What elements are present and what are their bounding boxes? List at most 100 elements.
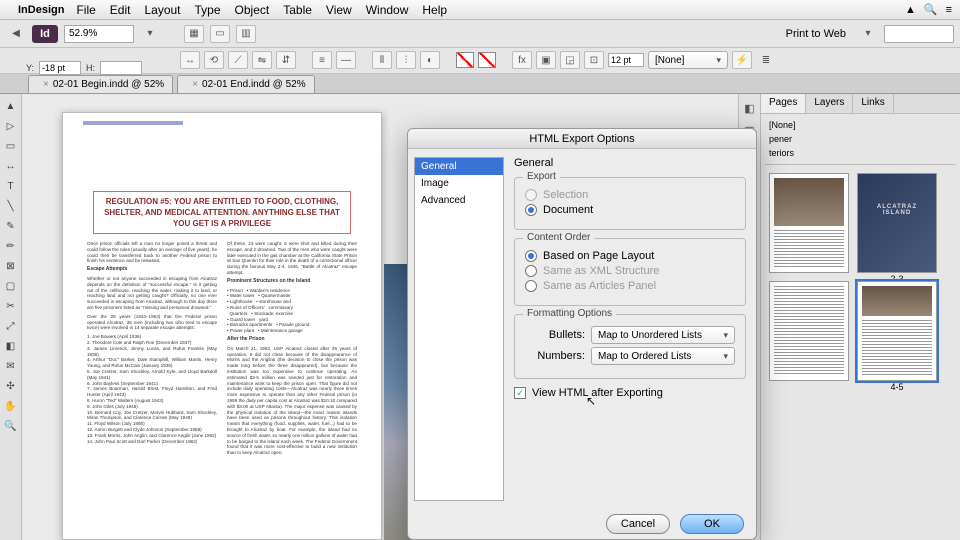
radio-document[interactable]	[525, 204, 537, 216]
app-name[interactable]: InDesign	[18, 4, 64, 16]
gap-tool-icon[interactable]: ↔	[3, 158, 19, 174]
menu-window[interactable]: Window	[366, 3, 409, 17]
flip-v-icon[interactable]: ⇵	[276, 51, 296, 69]
stroke-swatch[interactable]	[478, 52, 496, 68]
close-tab-icon[interactable]: ×	[43, 79, 49, 90]
menu-object[interactable]: Object	[235, 3, 270, 17]
page-thumbnail[interactable]	[769, 281, 849, 381]
tab-pages[interactable]: Pages	[761, 94, 806, 113]
control-menu-icon[interactable]: ≣	[756, 51, 776, 69]
menu-extras-icon[interactable]: ≡	[946, 4, 952, 16]
help-search-input[interactable]	[884, 25, 954, 43]
menu-file[interactable]: File	[76, 3, 95, 17]
stroke-style-icon[interactable]: —	[336, 51, 356, 69]
zoom-dropdown-icon[interactable]: ▾	[140, 25, 160, 43]
selection-tool-icon[interactable]: ▲	[3, 98, 19, 114]
bullets-select[interactable]: Map to Unordered Lists	[591, 326, 735, 344]
arrange-icon[interactable]: ▥	[236, 25, 256, 43]
nav-back-icon[interactable]: ◀	[6, 25, 26, 43]
document-tab[interactable]: × 02-01 End.indd @ 52%	[177, 75, 314, 93]
adobe-icon[interactable]: ▲	[905, 4, 916, 16]
tools-panel: ▲ ▷ ▭ ↔ T ╲ ✎ ✏ ⊠ ▢ ✂ ⤢ ◧ ✉ ✣ ✋ 🔍	[0, 94, 22, 540]
page-thumbnail[interactable]: ALCATRAZ ISLAND 2-3	[857, 173, 937, 273]
radio-document-label: Document	[543, 204, 593, 216]
tab-links[interactable]: Links	[853, 94, 893, 113]
fill-swatch[interactable]	[456, 52, 474, 68]
distribute-icon[interactable]: ⫶	[396, 51, 416, 69]
radio-xml[interactable]	[525, 265, 537, 277]
radio-articles[interactable]	[525, 280, 537, 292]
hand-tool-icon[interactable]: ✋	[3, 398, 19, 414]
radio-page-layout[interactable]	[525, 250, 537, 262]
stroke-weight-icon[interactable]: ≡	[312, 51, 332, 69]
workspace-switcher[interactable]: Print to Web	[786, 28, 846, 40]
close-tab-icon[interactable]: ×	[192, 79, 198, 90]
menu-type[interactable]: Type	[195, 3, 221, 17]
y-field[interactable]: -18 pt	[39, 61, 81, 75]
quick-apply-icon[interactable]: ⚡	[732, 51, 752, 69]
view-options-icon[interactable]: ▦	[184, 25, 204, 43]
reference-point-icon[interactable]: ⊞	[6, 52, 23, 70]
fitting-icon[interactable]: ⊡	[584, 51, 604, 69]
zoom-tool-icon[interactable]: 🔍	[3, 418, 19, 434]
rotate-icon[interactable]: ⟲	[204, 51, 224, 69]
zoom-level-field[interactable]: 52.9%	[64, 25, 134, 43]
page-thumbnail[interactable]	[769, 173, 849, 273]
ok-button[interactable]: OK	[680, 514, 744, 534]
free-transform-tool-icon[interactable]: ⤢	[3, 318, 19, 334]
menu-edit[interactable]: Edit	[110, 3, 131, 17]
tab-layers[interactable]: Layers	[806, 94, 853, 113]
sidebar-item-general[interactable]: General	[415, 158, 503, 175]
rectangle-frame-tool-icon[interactable]: ⊠	[3, 258, 19, 274]
radio-xml-label: Same as XML Structure	[543, 265, 659, 277]
document-tab[interactable]: × 02-01 Begin.indd @ 52%	[28, 75, 173, 93]
cancel-button[interactable]: Cancel	[606, 514, 670, 534]
object-style-select[interactable]: [None]	[648, 51, 728, 69]
page-tool-icon[interactable]: ▭	[3, 138, 19, 154]
corner-icon[interactable]: ◲	[560, 51, 580, 69]
numbers-select[interactable]: Map to Ordered Lists	[591, 347, 735, 365]
headline-frame[interactable]: REGULATION #5: YOU ARE ENTITLED TO FOOD,…	[93, 191, 351, 234]
spotlight-icon[interactable]: 🔍	[924, 3, 938, 16]
rectangle-tool-icon[interactable]: ▢	[3, 278, 19, 294]
master-opener[interactable]: pener	[765, 132, 956, 146]
radio-selection[interactable]	[525, 189, 537, 201]
scissors-tool-icon[interactable]: ✂	[3, 298, 19, 314]
align-icon[interactable]: ⫴	[372, 51, 392, 69]
note-tool-icon[interactable]: ✉	[3, 358, 19, 374]
dialog-sidebar: General Image Advanced	[414, 157, 504, 501]
master-none[interactable]: [None]	[765, 118, 956, 132]
workspace-dropdown-icon[interactable]: ▾	[858, 25, 878, 43]
radio-articles-label: Same as Articles Panel	[543, 280, 656, 292]
line-tool-icon[interactable]: ╲	[3, 198, 19, 214]
headline-prefix: REGULATION #5:	[106, 197, 172, 206]
panel-tab-bar: Pages Layers Links	[761, 94, 960, 114]
sidebar-item-advanced[interactable]: Advanced	[415, 192, 503, 209]
sidebar-item-image[interactable]: Image	[415, 175, 503, 192]
direct-selection-tool-icon[interactable]: ▷	[3, 118, 19, 134]
menu-layout[interactable]: Layout	[144, 3, 180, 17]
type-tool-icon[interactable]: T	[3, 178, 19, 194]
color-panel-icon[interactable]: ◧	[742, 100, 758, 116]
effects-icon[interactable]: fx	[512, 51, 532, 69]
pencil-tool-icon[interactable]: ✏	[3, 238, 19, 254]
h-field[interactable]	[100, 61, 142, 75]
pen-tool-icon[interactable]: ✎	[3, 218, 19, 234]
screen-mode-icon[interactable]: ▭	[210, 25, 230, 43]
menu-help[interactable]: Help	[422, 3, 447, 17]
shear-icon[interactable]: ⟋	[228, 51, 248, 69]
flip-h-icon[interactable]: ⇋	[252, 51, 272, 69]
scale-icon[interactable]: ↔	[180, 51, 200, 69]
body-text-frame[interactable]: Once prison officials left a man no long…	[87, 241, 357, 527]
eyedropper-tool-icon[interactable]: ✣	[3, 378, 19, 394]
page-thumbnail-selected[interactable]: 4-5	[857, 281, 937, 381]
pathfinder-icon[interactable]: ◐	[420, 51, 440, 69]
menu-table[interactable]: Table	[283, 3, 312, 17]
text-wrap-icon[interactable]: ▣	[536, 51, 556, 69]
stroke-pt-field[interactable]: 12 pt	[608, 53, 644, 67]
menu-view[interactable]: View	[326, 3, 352, 17]
view-html-checkbox[interactable]: ✓	[514, 387, 526, 399]
page-spread[interactable]: REGULATION #5: YOU ARE ENTITLED TO FOOD,…	[62, 112, 382, 540]
gradient-tool-icon[interactable]: ◧	[3, 338, 19, 354]
master-teriors[interactable]: teriors	[765, 146, 956, 160]
